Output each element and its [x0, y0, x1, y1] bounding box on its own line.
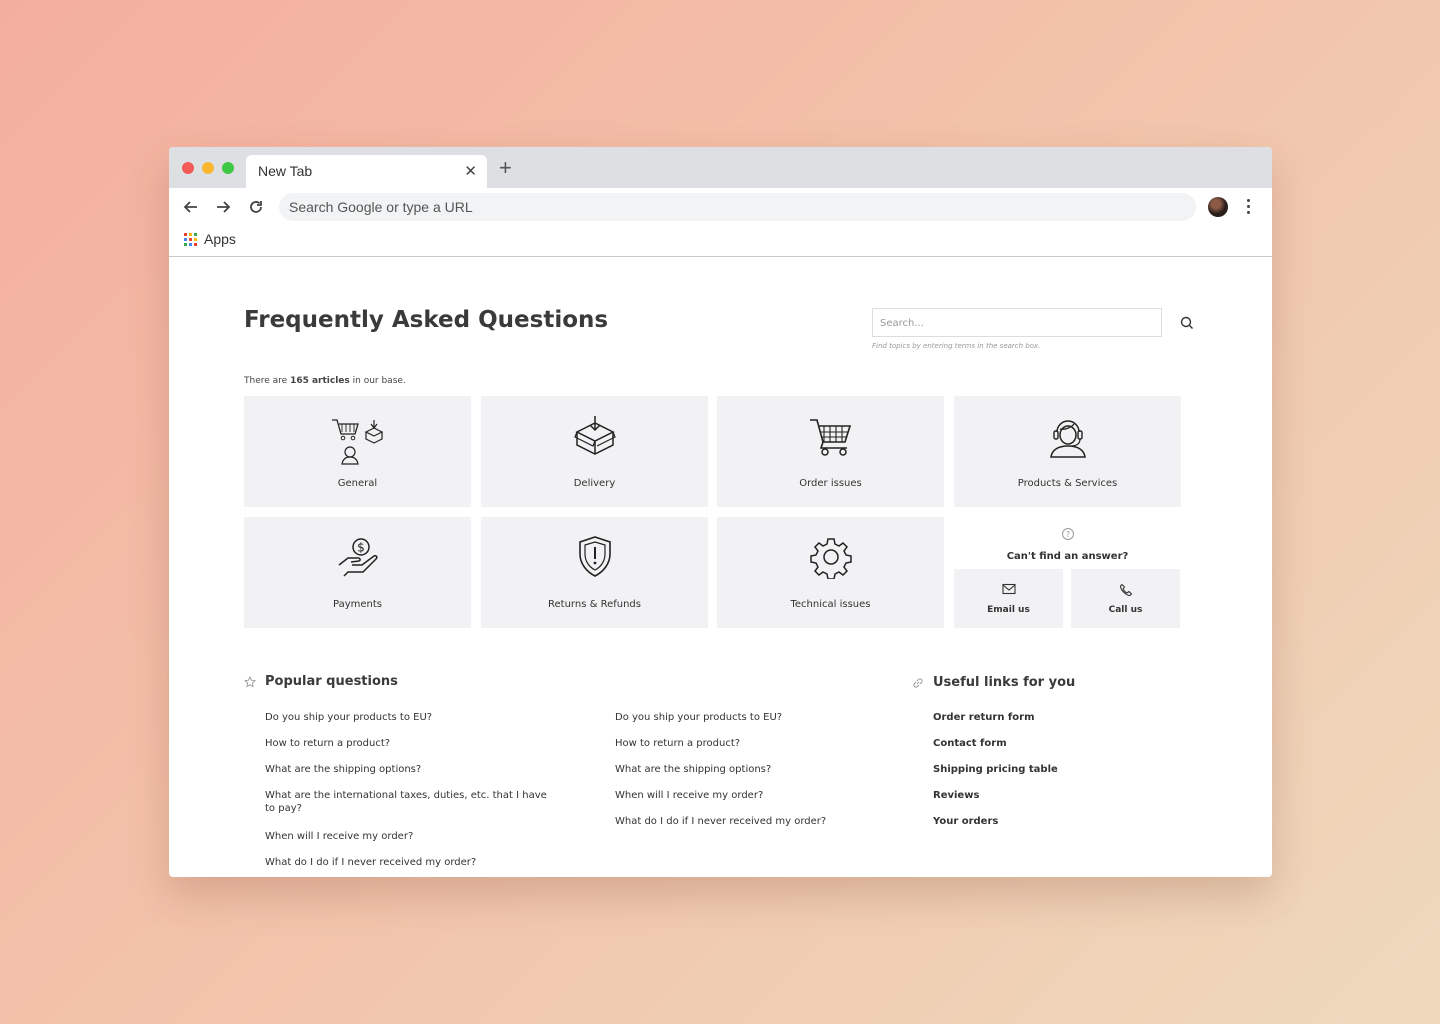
popular-question-link[interactable]: When will I receive my order?: [265, 830, 413, 843]
popular-question-link[interactable]: What are the shipping options?: [265, 763, 421, 776]
tab-new-tab[interactable]: New Tab ✕: [246, 155, 487, 188]
category-returns-refunds[interactable]: Returns & Refunds: [481, 517, 708, 628]
category-technical-issues[interactable]: Technical issues: [717, 517, 944, 628]
count-suffix: in our base.: [349, 376, 406, 386]
category-label: Products & Services: [1017, 478, 1118, 489]
popular-question-link[interactable]: When will I receive my order?: [615, 789, 763, 802]
useful-link[interactable]: Your orders: [933, 816, 998, 827]
general-icon: [331, 419, 383, 465]
shield-icon: [578, 536, 611, 577]
useful-links-heading: Useful links for you: [933, 675, 1076, 690]
svg-text:$: $: [357, 541, 365, 555]
category-label: Delivery: [573, 478, 616, 489]
popular-question-link[interactable]: What are the shipping options?: [615, 763, 771, 776]
profile-avatar[interactable]: [1208, 197, 1228, 217]
popular-questions-heading: Popular questions: [265, 674, 398, 689]
email-us-label: Email us: [987, 605, 1030, 615]
category-label: Payments: [333, 599, 382, 610]
link-icon: [913, 678, 923, 688]
browser-window: New Tab ✕ + Search Google or type a URL …: [169, 147, 1272, 877]
useful-link[interactable]: Contact form: [933, 738, 1007, 749]
category-products-services[interactable]: Products & Services: [954, 396, 1181, 507]
hand-coin-icon: $: [338, 538, 378, 577]
svg-text:?: ?: [1065, 530, 1069, 539]
new-tab-plus-icon[interactable]: +: [499, 157, 512, 179]
category-label: Returns & Refunds: [548, 599, 641, 610]
popular-question-link[interactable]: Do you ship your products to EU?: [615, 711, 782, 724]
useful-link[interactable]: Shipping pricing table: [933, 764, 1058, 775]
bookmarks-bar: Apps: [169, 225, 1272, 257]
omnibox-input[interactable]: Search Google or type a URL: [279, 193, 1196, 221]
maximize-window-button[interactable]: [222, 162, 234, 174]
back-arrow-icon[interactable]: [181, 197, 201, 217]
tab-title: New Tab: [258, 163, 313, 179]
gear-icon: [809, 538, 852, 579]
popular-question-link[interactable]: How to return a product?: [265, 737, 390, 750]
window-controls: [182, 162, 234, 174]
box-icon: [573, 416, 616, 455]
minimize-window-button[interactable]: [202, 162, 214, 174]
popular-question-link[interactable]: What do I do if I never received my orde…: [615, 815, 826, 828]
apps-bookmark[interactable]: Apps: [184, 231, 236, 247]
popular-question-link[interactable]: What do I do if I never received my orde…: [265, 856, 476, 869]
star-icon: [244, 676, 256, 688]
reload-icon[interactable]: [246, 197, 266, 217]
useful-link[interactable]: Order return form: [933, 712, 1035, 723]
support-agent-icon: [1049, 420, 1086, 458]
search-input[interactable]: Search...: [872, 308, 1162, 337]
browser-toolbar: Search Google or type a URL: [169, 188, 1272, 225]
envelope-icon: [1001, 583, 1016, 595]
kebab-menu-icon[interactable]: [1245, 199, 1251, 215]
search-icon[interactable]: [1179, 315, 1195, 331]
search-hint: Find topics by entering terms in the sea…: [872, 342, 1041, 350]
category-label: General: [337, 478, 378, 489]
faq-page: Frequently Asked Questions Search... Fin…: [169, 258, 1272, 877]
cart-icon: [809, 419, 851, 456]
page-title: Frequently Asked Questions: [244, 307, 609, 333]
article-count: There are 165 articles in our base.: [244, 376, 406, 386]
question-circle-icon: ?: [1061, 528, 1074, 540]
call-us-button[interactable]: Call us: [1071, 569, 1180, 628]
popular-question-link[interactable]: What are the international taxes, duties…: [265, 789, 555, 815]
category-delivery[interactable]: Delivery: [481, 396, 708, 507]
apps-grid-icon: [184, 232, 197, 246]
category-payments[interactable]: $ Payments: [244, 517, 471, 628]
phone-icon: [1119, 583, 1132, 597]
tab-bar: New Tab ✕ +: [169, 147, 1272, 188]
forward-arrow-icon[interactable]: [213, 197, 233, 217]
count-prefix: There are: [244, 376, 291, 386]
useful-link[interactable]: Reviews: [933, 790, 979, 801]
category-label: Technical issues: [790, 599, 871, 610]
call-us-label: Call us: [1108, 605, 1143, 615]
close-window-button[interactable]: [182, 162, 194, 174]
popular-question-link[interactable]: How to return a product?: [615, 737, 740, 750]
category-general[interactable]: General: [244, 396, 471, 507]
popular-question-link[interactable]: Do you ship your products to EU?: [265, 711, 432, 724]
category-label: Order issues: [799, 478, 862, 489]
count-value: 165 articles: [290, 376, 350, 386]
cant-find-answer: ? Can't find an answer?: [954, 526, 1181, 562]
email-us-button[interactable]: Email us: [954, 569, 1063, 628]
category-order-issues[interactable]: Order issues: [717, 396, 944, 507]
cant-find-answer-label: Can't find an answer?: [1006, 551, 1129, 562]
close-icon[interactable]: ✕: [464, 162, 477, 180]
apps-label: Apps: [204, 231, 236, 247]
